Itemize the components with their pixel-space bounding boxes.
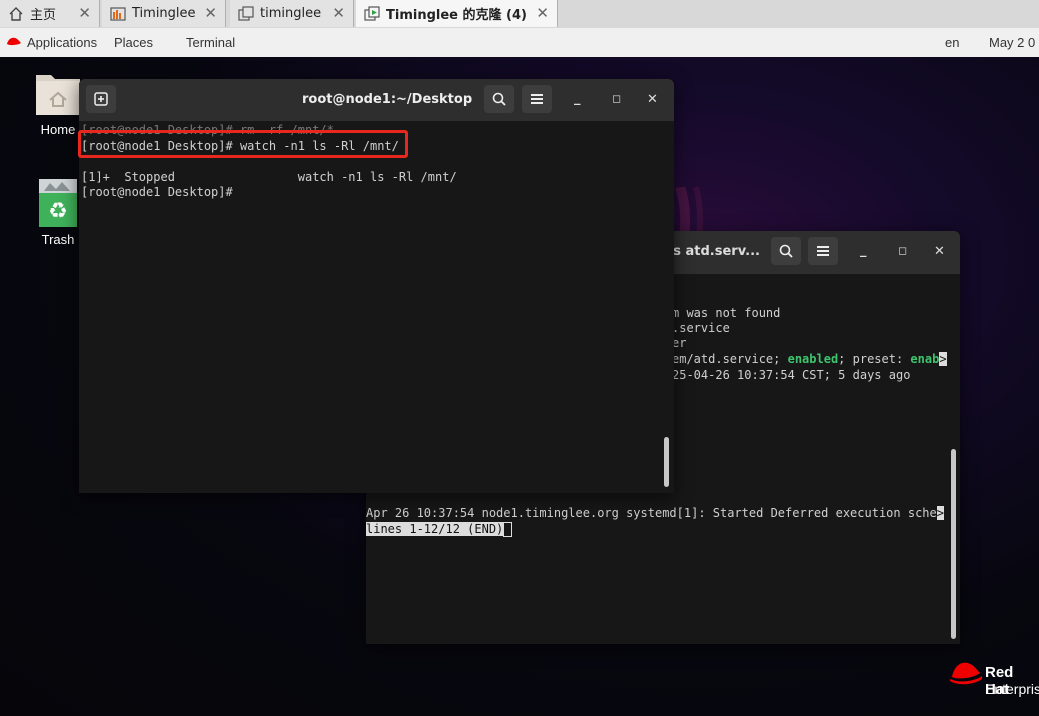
trash-label: Trash: [41, 232, 75, 247]
tab-label: Timinglee: [132, 6, 196, 21]
search-icon: [492, 92, 506, 106]
search-icon: [779, 244, 793, 258]
maximize-button[interactable]: ◻: [898, 244, 907, 257]
prompt-line: [root@node1 Desktop]#: [81, 185, 233, 199]
menu-button[interactable]: [522, 85, 552, 113]
terminal-app-menu[interactable]: Terminal: [186, 35, 235, 50]
close-icon[interactable]: ✕: [204, 4, 217, 22]
new-tab-icon: [94, 92, 108, 106]
pager-status: lines 1-12/12 (END): [366, 522, 513, 537]
brand-line-2: Enterprise: [985, 681, 1039, 697]
minimize-button[interactable]: _: [860, 243, 867, 258]
overflow-marker: >: [936, 506, 944, 520]
search-button[interactable]: [484, 85, 514, 113]
vm-running-icon: [364, 5, 380, 22]
tab-label: timinglee: [260, 6, 322, 21]
output-line: .service: [672, 321, 730, 335]
new-tab-button[interactable]: [86, 85, 116, 113]
search-button[interactable]: [771, 237, 801, 265]
loaded-path: em/atd.service;: [672, 352, 788, 366]
log-line-text: Apr 26 10:37:54 node1.timinglee.org syst…: [366, 506, 937, 520]
pager-status-text: lines 1-12/12 (END): [366, 522, 504, 536]
input-language-indicator[interactable]: en: [945, 35, 959, 50]
maximize-button[interactable]: ◻: [612, 92, 621, 105]
clock[interactable]: May 2 0: [989, 35, 1035, 50]
svg-text:♻: ♻: [48, 199, 68, 224]
home-icon: [8, 6, 24, 22]
minimize-button[interactable]: _: [574, 91, 581, 106]
close-icon[interactable]: ✕: [78, 4, 91, 22]
close-icon[interactable]: ✕: [332, 4, 345, 22]
close-icon[interactable]: ✕: [536, 4, 549, 22]
applications-menu[interactable]: Applications: [27, 35, 97, 50]
log-line: Apr 26 10:37:54 node1.timinglee.org syst…: [366, 506, 944, 520]
output-line: 25-04-26 10:37:54 CST; 5 days ago: [672, 368, 911, 382]
trash-icon: ♻: [30, 177, 86, 232]
highlight-box: [78, 130, 408, 158]
tab-timinglee-lower[interactable]: timinglee ✕: [230, 0, 354, 27]
cursor: [503, 522, 513, 537]
output-line-loaded: em/atd.service; enabled; preset: enab>: [672, 352, 947, 366]
scrollbar[interactable]: [951, 449, 956, 639]
tab-label: Timinglee 的克隆 (4): [386, 8, 527, 23]
close-button[interactable]: ✕: [934, 244, 945, 259]
vm-tab-strip: 主页 ✕ Timinglee ✕ timinglee ✕ Timinglee 的…: [0, 0, 1039, 29]
gnome-top-bar: Applications Places Terminal en May 2 0: [0, 28, 1039, 57]
output-line: er: [672, 336, 687, 350]
enabled-word: enabled: [787, 352, 839, 366]
folder-icon: [30, 69, 86, 122]
window-title: us atd.serv...: [664, 244, 760, 259]
output-line: m was not found: [672, 306, 781, 320]
places-menu[interactable]: Places: [114, 35, 153, 50]
menu-button[interactable]: [808, 237, 838, 265]
tab-home[interactable]: 主页 ✕: [0, 0, 100, 27]
tab-timinglee[interactable]: Timinglee ✕: [102, 0, 226, 27]
vm-icon: [110, 6, 126, 22]
hamburger-icon: [531, 94, 543, 104]
tab-label: 主页: [30, 8, 57, 23]
scrollbar[interactable]: [664, 437, 669, 487]
window-title: root@node1:~/Desktop: [302, 92, 473, 107]
job-status-line: [1]+ Stopped watch -n1 ls -Rl /mnt/: [81, 170, 457, 184]
front-terminal-header[interactable]: root@node1:~/Desktop _ ◻ ✕: [79, 79, 674, 121]
desktop-trash-icon[interactable]: ♻ Trash: [30, 177, 86, 247]
redhat-logo: [950, 659, 982, 689]
close-button[interactable]: ✕: [647, 92, 658, 107]
redhat-icon: [6, 36, 22, 51]
vm-clone-icon: [238, 5, 254, 22]
enab-word: enab: [910, 352, 940, 366]
hamburger-icon: [817, 246, 829, 256]
overflow-marker: >: [939, 352, 947, 366]
desktop-home-icon[interactable]: Home: [30, 69, 86, 137]
tab-timinglee-clone-4[interactable]: Timinglee 的克隆 (4) ✕: [356, 0, 558, 27]
preset-text: ; preset:: [838, 352, 911, 366]
